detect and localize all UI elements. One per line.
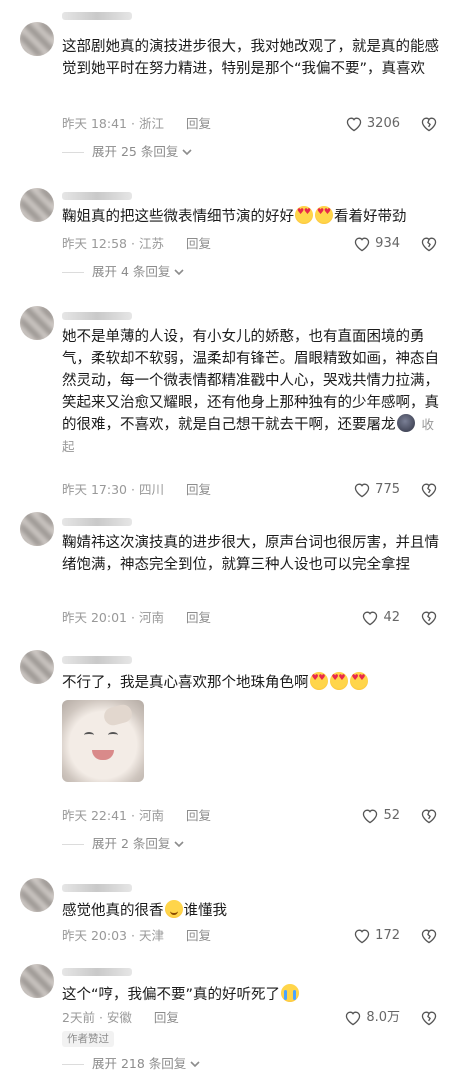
chevron-down-icon xyxy=(190,1061,200,1068)
comment-meta: 昨天 18:41 · 浙江 回复 xyxy=(62,116,211,132)
like-count: 775 xyxy=(375,482,400,497)
divider-line xyxy=(62,843,84,845)
comment-text: 鞠婧祎这次演技真的进步很大，原声台词也很厉害，并且情绪饱满，神态完全到位，就算三… xyxy=(62,535,439,573)
like-button[interactable]: 934 xyxy=(353,236,400,252)
like-button[interactable]: 3206 xyxy=(345,116,400,132)
avatar[interactable] xyxy=(20,306,54,340)
chevron-down-icon xyxy=(182,149,192,156)
heart-outline-icon xyxy=(354,929,370,944)
comment-time: 昨天 20:03 xyxy=(62,928,127,943)
comment-location: · 安徽 xyxy=(98,1010,132,1025)
reply-button[interactable]: 回复 xyxy=(186,610,211,625)
username[interactable] xyxy=(62,516,142,528)
divider-line xyxy=(62,271,84,273)
expand-replies-button[interactable]: 展开 2 条回复 xyxy=(62,836,185,852)
like-count: 52 xyxy=(383,808,400,823)
broken-heart-icon[interactable] xyxy=(420,928,438,944)
expand-replies-button[interactable]: 展开 4 条回复 xyxy=(62,264,185,280)
avatar[interactable] xyxy=(20,22,54,56)
like-button[interactable]: 52 xyxy=(361,808,400,824)
heart-outline-icon xyxy=(354,483,370,498)
heart-outline-icon xyxy=(354,237,370,252)
broken-heart-icon[interactable] xyxy=(420,236,438,252)
like-button[interactable]: 775 xyxy=(353,482,400,498)
heart-outline-icon xyxy=(346,1011,361,1026)
comment-text: 这部剧她真的演技进步很大，我对她改观了，就是真的能感觉到她平时在努力精进，特别是… xyxy=(62,39,439,77)
divider-line xyxy=(62,151,84,153)
reply-button[interactable]: 回复 xyxy=(154,1010,179,1025)
username[interactable] xyxy=(62,882,142,894)
like-count: 3206 xyxy=(366,116,400,131)
chevron-down-icon xyxy=(174,269,184,276)
heart-eyes-emoji xyxy=(295,206,313,224)
comment-time: 昨天 20:01 xyxy=(62,610,127,625)
author-liked-badge: 作者赞过 xyxy=(62,1031,114,1047)
username[interactable] xyxy=(62,190,142,202)
username[interactable] xyxy=(62,310,142,322)
like-button[interactable]: 42 xyxy=(361,610,400,626)
like-count: 42 xyxy=(383,610,400,625)
comment-location: · 天津 xyxy=(131,928,164,943)
comment-location: · 江苏 xyxy=(131,236,164,251)
heart-outline-icon xyxy=(346,117,362,132)
reply-button[interactable]: 回复 xyxy=(186,482,211,497)
comment-location: · 四川 xyxy=(131,482,164,497)
avatar[interactable] xyxy=(20,512,54,546)
comment-time: 昨天 18:41 xyxy=(62,116,127,131)
chevron-down-icon xyxy=(174,841,184,848)
like-button[interactable]: 8.0万 xyxy=(344,1010,400,1026)
divider-line xyxy=(62,1063,84,1065)
crying-emoji xyxy=(281,984,300,1002)
baby-sticker-image[interactable] xyxy=(62,700,144,782)
reply-button[interactable]: 回复 xyxy=(186,236,211,251)
like-button[interactable]: 172 xyxy=(353,928,400,944)
comment-meta: 昨天 17:30 · 四川 回复 xyxy=(62,482,211,498)
comment-time: 昨天 17:30 xyxy=(62,482,127,497)
comment-text: 鞠姐真的把这些微表情细节演的好好看着好带劲 xyxy=(62,206,440,228)
username[interactable] xyxy=(62,966,142,978)
comment-meta: 2天前 · 安徽 回复 xyxy=(62,1010,179,1026)
comment-meta: 昨天 20:03 · 天津 回复 xyxy=(62,928,211,944)
heart-outline-icon xyxy=(363,809,378,824)
comment-time: 昨天 22:41 xyxy=(62,808,127,823)
avatar[interactable] xyxy=(20,878,54,912)
comment-location: · 浙江 xyxy=(131,116,164,131)
heart-eyes-emoji xyxy=(329,672,348,690)
reply-button[interactable]: 回复 xyxy=(186,928,211,943)
username[interactable] xyxy=(62,10,142,22)
like-count: 172 xyxy=(375,928,400,943)
like-count: 934 xyxy=(375,236,400,251)
comment-text: 不行了，我是真心喜欢那个地珠角色啊 xyxy=(62,672,440,694)
avatar[interactable] xyxy=(20,964,54,998)
comment-meta: 昨天 22:41 · 河南 回复 xyxy=(62,808,211,824)
broken-heart-icon[interactable] xyxy=(420,482,438,498)
comment-text: 这个“哼，我偏不要”真的好听死了 xyxy=(62,984,440,1006)
username[interactable] xyxy=(62,654,142,666)
heart-eyes-emoji xyxy=(309,672,328,690)
comment-meta: 昨天 12:58 · 江苏 回复 xyxy=(62,236,211,252)
comment-location: · 河南 xyxy=(131,808,164,823)
broken-heart-icon[interactable] xyxy=(420,116,438,132)
comment-meta: 昨天 20:01 · 河南 回复 xyxy=(62,610,211,626)
reply-button[interactable]: 回复 xyxy=(186,116,211,131)
comment-text: 感觉他真的很香 谁懂我 xyxy=(62,900,440,922)
dark-moon-emoji xyxy=(396,414,415,432)
comment-location: · 河南 xyxy=(131,610,164,625)
heart-outline-icon xyxy=(363,611,378,626)
smiling-emoji xyxy=(164,900,183,918)
expand-replies-button[interactable]: 展开 25 条回复 xyxy=(62,144,193,160)
broken-heart-icon[interactable] xyxy=(420,1010,438,1026)
like-count: 8.0万 xyxy=(366,1010,400,1025)
heart-eyes-emoji xyxy=(349,672,368,690)
comment-time: 昨天 12:58 xyxy=(62,236,127,251)
comment-time: 2天前 xyxy=(62,1010,95,1025)
avatar[interactable] xyxy=(20,650,54,684)
reply-button[interactable]: 回复 xyxy=(186,808,211,823)
expand-replies-button[interactable]: 展开 218 条回复 xyxy=(62,1056,201,1072)
avatar[interactable] xyxy=(20,188,54,222)
heart-eyes-emoji xyxy=(315,206,333,224)
broken-heart-icon[interactable] xyxy=(420,808,438,824)
comment-text: 她不是单薄的人设，有小女儿的娇憨，也有直面困境的勇气，柔软却不软弱，温柔却有锋芒… xyxy=(62,329,439,454)
broken-heart-icon[interactable] xyxy=(420,610,438,626)
